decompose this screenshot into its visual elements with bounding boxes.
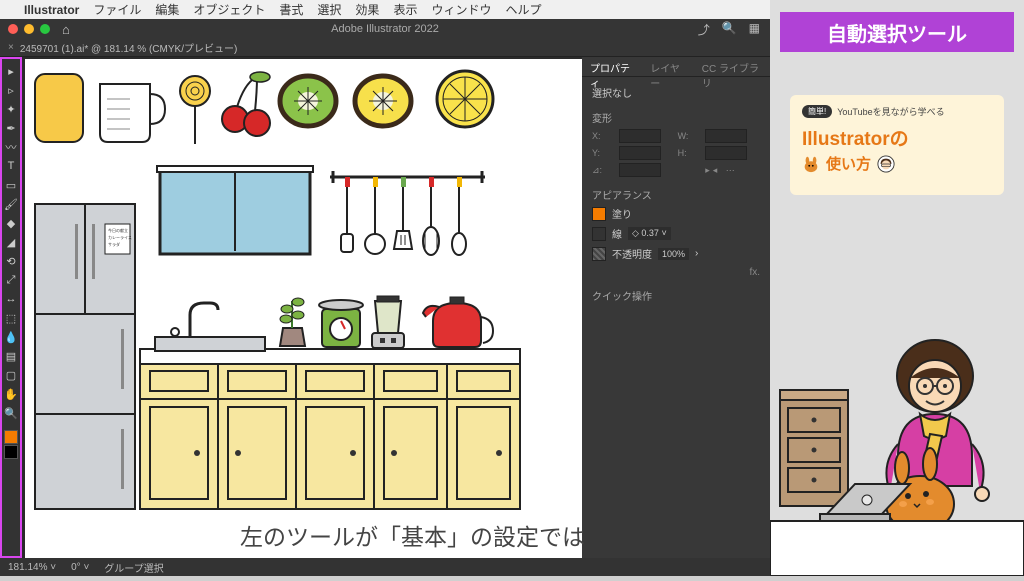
angle-label: ⊿: [592,165,615,176]
stroke-color-swatch[interactable] [592,227,606,241]
x-label: X: [592,131,615,141]
menu-window[interactable]: ウィンドウ [431,1,491,18]
stroke-label: 線 [612,226,622,241]
artboard: 今日の献立 カレーライス サラダ [25,59,582,558]
shaper-tool[interactable]: ◆ [3,215,19,231]
properties-panel: プロパティ レイヤー CC ライブラリ 選択なし 変形 X: W: Y: H: … [582,57,770,558]
curvature-tool[interactable]: 〰 [3,139,19,155]
tab-layers[interactable]: レイヤー [642,57,694,76]
eraser-tool[interactable]: ◢ [3,234,19,250]
promo-pill: 簡単! [802,105,832,118]
rectangle-tool[interactable]: ▭ [3,177,19,193]
svg-text:サラダ: サラダ [108,241,120,247]
workspace-icon[interactable]: ▦ [749,21,760,38]
free-transform-tool[interactable]: ⬚ [3,310,19,326]
menu-type[interactable]: 書式 [279,1,303,18]
promo-sub-text: 使い方 [826,153,871,174]
fill-color-swatch[interactable] [592,207,606,221]
titlebar: ⌂ Adobe Illustrator 2022 ⤴ 🔍 ▦ [0,19,770,39]
svg-text:カレーライス: カレーライス [108,234,132,240]
avatar-icon [877,155,895,173]
window-title: Adobe Illustrator 2022 [331,23,439,35]
search-icon[interactable]: 🔍 [722,21,737,38]
headline-banner: 自動選択ツール [780,12,1014,52]
scale-tool[interactable]: ⤢ [3,272,19,288]
stroke-swatch[interactable] [4,445,18,459]
opacity-value[interactable]: 100% [658,248,689,260]
zoom-tool[interactable]: 🔍 [3,405,19,421]
promo-main-text: Illustratorの [802,124,992,151]
menu-edit[interactable]: 編集 [155,1,179,18]
tab-cc-libraries[interactable]: CC ライブラリ [694,57,770,76]
promo-card: 簡単! YouTubeを見ながら学べる Illustratorの 使い方 [790,95,1004,195]
y-input[interactable] [619,146,661,160]
fill-label: 塗り [612,206,632,221]
paintbrush-tool[interactable]: 🖌 [3,196,19,212]
share-icon[interactable]: ⤴ [698,21,710,38]
rotate-tool[interactable]: ⟲ [3,253,19,269]
pen-tool[interactable]: ✒ [3,120,19,136]
artboard-tool[interactable]: ▢ [3,367,19,383]
home-icon[interactable]: ⌂ [62,22,70,37]
no-selection-label: 選択なし [592,85,760,100]
transform-section-label: 変形 [592,110,760,125]
svg-text:今日の献立: 今日の献立 [108,227,128,233]
tab-properties[interactable]: プロパティ [582,57,642,76]
menu-file[interactable]: ファイル [93,1,141,18]
stroke-weight[interactable]: ◇ 0.37 ˅ [628,227,671,240]
minimize-button[interactable] [24,24,34,34]
fill-swatch[interactable] [4,430,18,444]
menu-help[interactable]: ヘルプ [505,1,541,18]
close-tab-icon[interactable]: × [8,42,14,53]
selection-mode: グループ選択 [104,560,163,575]
desk-illustration [770,316,1024,576]
menubar: Illustrator ファイル 編集 オブジェクト 書式 選択 効果 表示 ウ… [0,0,770,19]
document-tab[interactable]: × 2459701 (1).ai* @ 181.14 % (CMYK/プレビュー… [0,39,770,57]
toolbar: ▸ ▹ ✦ ✒ 〰 T ▭ 🖌 ◆ ◢ ⟲ ⤢ ↔ ⬚ 💧 ▤ ▢ ✋ 🔍 [0,57,22,558]
appearance-section-label: アピアランス [592,187,760,202]
type-tool[interactable]: T [3,158,19,174]
close-button[interactable] [8,24,18,34]
menu-view[interactable]: 表示 [393,1,417,18]
menu-select[interactable]: 選択 [317,1,341,18]
menu-object[interactable]: オブジェクト [193,1,265,18]
flip-icons[interactable]: ▸◂ ⋯ [705,165,760,176]
quick-actions-label: クイック操作 [592,288,760,303]
hand-tool[interactable]: ✋ [3,386,19,402]
bunny-icon [802,155,820,173]
magic-wand-tool[interactable]: ✦ [3,101,19,117]
x-input[interactable] [619,129,661,143]
opacity-caret[interactable]: › [695,248,698,259]
selection-tool[interactable]: ▸ [3,63,19,79]
y-label: Y: [592,148,615,158]
angle-input[interactable] [619,163,661,177]
document-tab-label: 2459701 (1).ai* @ 181.14 % (CMYK/プレビュー) [20,40,237,55]
w-input[interactable] [705,129,747,143]
opacity-swatch[interactable] [592,247,606,261]
h-input[interactable] [705,146,747,160]
h-label: H: [678,148,702,158]
w-label: W: [678,131,702,141]
direct-selection-tool[interactable]: ▹ [3,82,19,98]
width-tool[interactable]: ↔ [3,291,19,307]
rotation[interactable]: 0° ˅ [71,562,89,573]
headline-text: 自動選択ツール [827,18,967,47]
statusbar: 181.14% ˅ 0° ˅ グループ選択 [0,558,770,576]
fx-label[interactable]: fx. [592,267,760,278]
gradient-tool[interactable]: ▤ [3,348,19,364]
video-sidebar: 自動選択ツール 簡単! YouTubeを見ながら学べる Illustratorの… [770,0,1024,576]
subtitle-caption: 左のツールが「基本」の設定では [240,518,585,552]
canvas[interactable]: 今日の献立 カレーライス サラダ [22,57,582,558]
opacity-label: 不透明度 [612,246,652,261]
menu-app[interactable]: Illustrator [24,3,79,17]
promo-top-text: YouTubeを見ながら学べる [837,105,944,118]
menu-effect[interactable]: 効果 [355,1,379,18]
zoom-level[interactable]: 181.14% ˅ [8,562,56,573]
maximize-button[interactable] [40,24,50,34]
eyedropper-tool[interactable]: 💧 [3,329,19,345]
